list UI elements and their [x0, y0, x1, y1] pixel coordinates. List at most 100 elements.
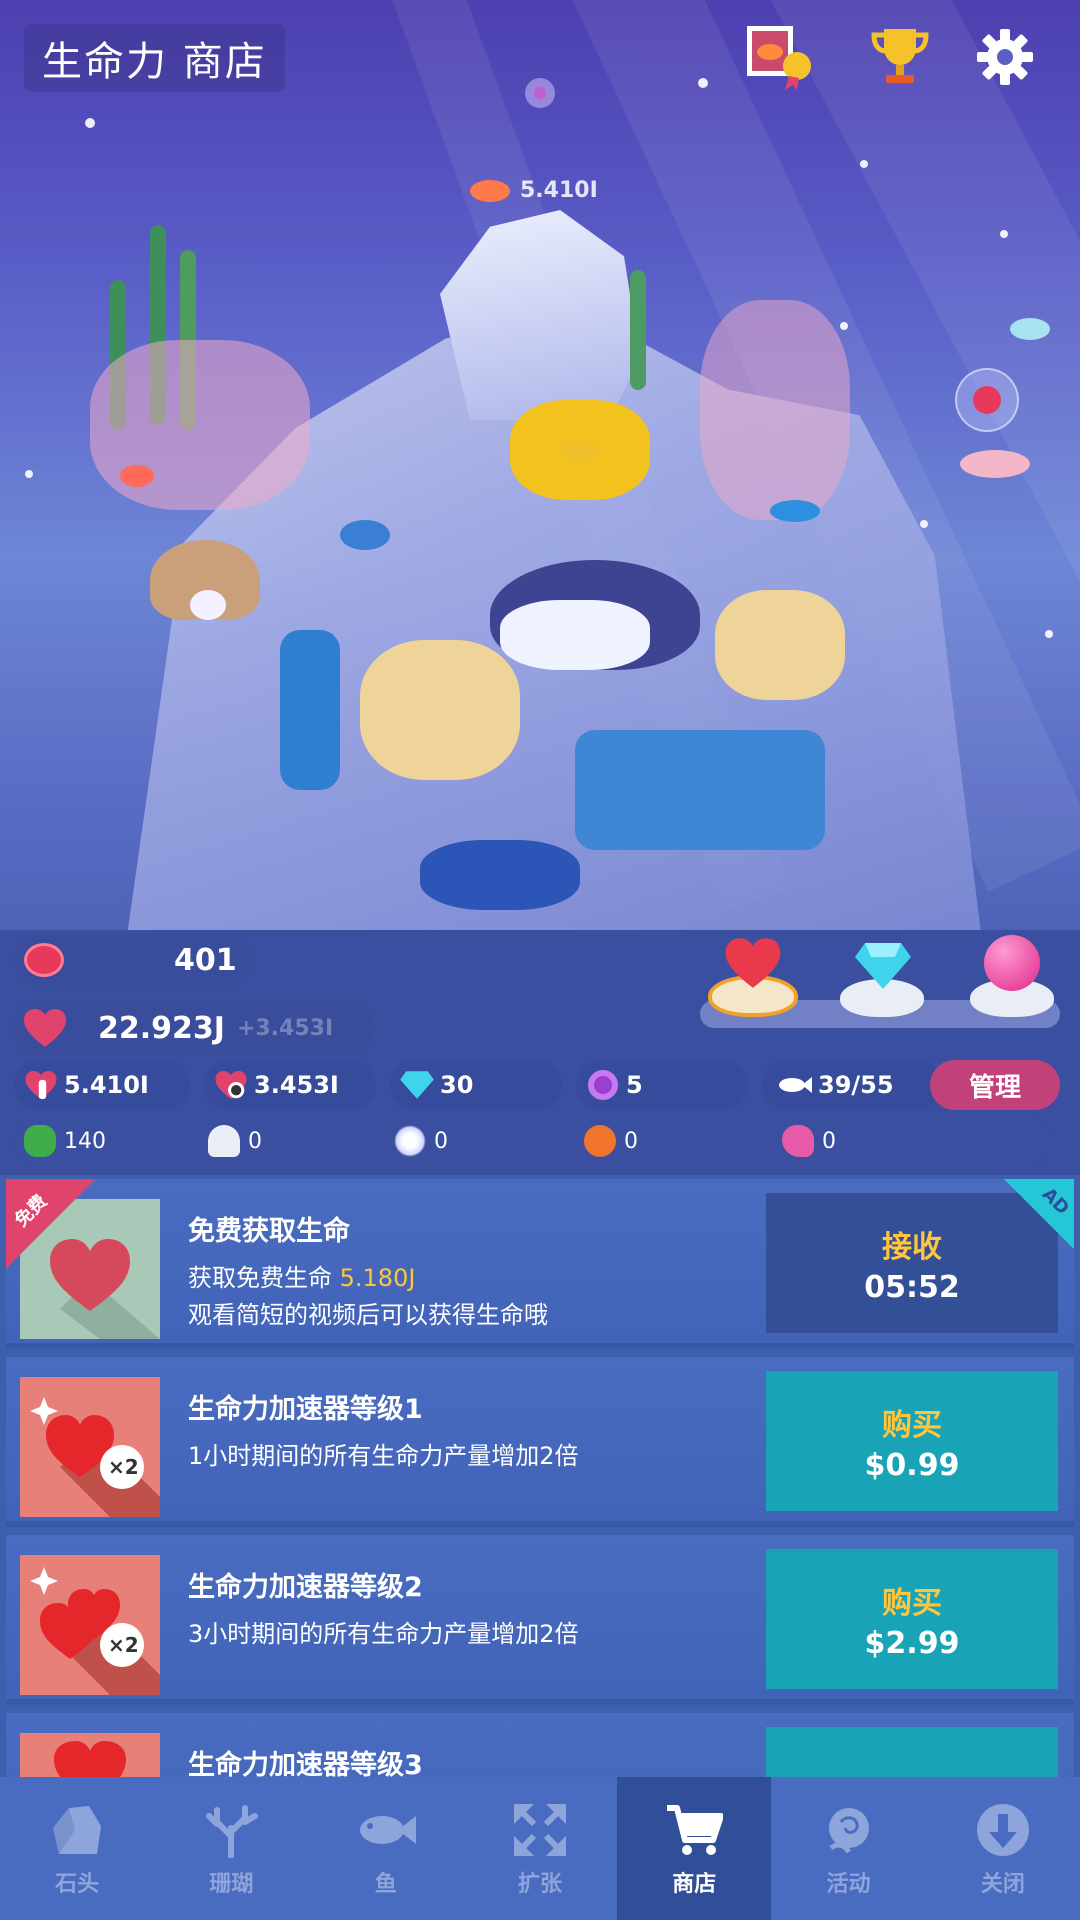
- auto-rate-value: 3.453I: [254, 1071, 339, 1099]
- pearl-value: 5: [626, 1071, 643, 1099]
- fish[interactable]: [770, 500, 820, 522]
- axolotl[interactable]: [960, 450, 1030, 478]
- manage-button[interactable]: 管理: [930, 1060, 1060, 1110]
- rose-icon: [819, 1800, 879, 1860]
- shell-value: 0: [248, 1128, 262, 1154]
- nav-item-expand[interactable]: 扩张: [463, 1777, 617, 1920]
- blue-coral: [420, 840, 580, 910]
- shop-item-booster-2[interactable]: ×2 生命力加速器等级2 3小时期间的所有生命力产量增加2倍 购买 $2.99: [6, 1535, 1074, 1705]
- page-title-text: 生命力 商店: [42, 39, 267, 85]
- aquarium-scene[interactable]: 5.410I: [0, 0, 1080, 930]
- bubble: [85, 118, 95, 128]
- fish[interactable]: [1010, 318, 1050, 340]
- pearl-shell-button[interactable]: [970, 935, 1060, 1020]
- seahorse-value: 0: [822, 1128, 836, 1154]
- buy-button[interactable]: 购买: [766, 1727, 1058, 1777]
- price: $0.99: [864, 1447, 960, 1483]
- expand-icon: [510, 1800, 570, 1860]
- item-name: 免费获取生命: [188, 1216, 350, 1247]
- shop-list[interactable]: 免费 免费获取生命 获取免费生命 5.180J 观看简短的视频后可以获得生命哦 …: [0, 1175, 1080, 1777]
- nav-item-fish[interactable]: 鱼: [309, 1777, 463, 1920]
- life-total: 22.923J: [98, 1010, 225, 1046]
- heart-bubble[interactable]: [525, 78, 555, 108]
- item-desc-line2: 观看简短的视频后可以获得生命哦: [188, 1301, 548, 1329]
- rose-counter: 401: [14, 935, 254, 985]
- trophy-icon[interactable]: [865, 22, 935, 92]
- stone-icon: [47, 1800, 107, 1860]
- item-name: 生命力加速器等级3: [188, 1750, 423, 1777]
- blue-tube-coral: [575, 730, 825, 850]
- ad-badge: AD: [1004, 1179, 1074, 1249]
- coral-icon: [201, 1800, 261, 1860]
- shop-item-booster-1[interactable]: ×2 生命力加速器等级1 1小时期间的所有生命力产量增加2倍 购买 $0.99: [6, 1357, 1074, 1527]
- blue-tube-coral: [280, 630, 340, 790]
- gallery-award-icon[interactable]: [745, 22, 815, 92]
- rose-value: 401: [174, 942, 237, 978]
- seaweed-value: 140: [64, 1128, 106, 1154]
- free-badge: 免费: [6, 1179, 96, 1269]
- pearl-stat: 5: [576, 1060, 748, 1110]
- seaweed-stat: 140: [24, 1120, 106, 1162]
- shell-stat: 0: [208, 1120, 262, 1162]
- download-icon: [973, 1800, 1033, 1860]
- item-desc: 获取免费生命 5.180J: [188, 1264, 416, 1292]
- free-life-amount: 5.180J: [339, 1264, 416, 1292]
- bubble: [1000, 230, 1008, 238]
- fish[interactable]: [340, 520, 390, 550]
- crab-stat: 0: [584, 1120, 638, 1162]
- auto-rate-stat: 3.453I: [204, 1060, 376, 1110]
- item-desc: 3小时期间的所有生命力产量增加2倍: [188, 1620, 579, 1648]
- gem-value: 30: [440, 1071, 474, 1099]
- booster-3-thumbnail: [20, 1733, 160, 1777]
- gem-icon: [400, 1068, 434, 1102]
- price: $2.99: [864, 1625, 960, 1661]
- fish[interactable]: [120, 465, 154, 487]
- floating-life-value: 5.410I: [520, 178, 598, 203]
- nav-item-stone[interactable]: 石头: [0, 1777, 154, 1920]
- rock-peak: [440, 210, 640, 420]
- bubble: [25, 470, 33, 478]
- gem-shell-button[interactable]: [840, 935, 930, 1020]
- yellow-coral: [715, 590, 845, 700]
- multiplier-label: ×2: [108, 1633, 139, 1657]
- seahorse-stat: 0: [782, 1120, 836, 1162]
- pearl: [190, 590, 226, 620]
- heart-shell-button[interactable]: [708, 935, 798, 1020]
- bubble: [698, 78, 708, 88]
- item-name: 生命力加速器等级2: [188, 1572, 423, 1603]
- page-title: 生命力 商店: [24, 24, 285, 92]
- nav-item-coral[interactable]: 珊瑚: [154, 1777, 308, 1920]
- nav-item-close[interactable]: 关闭: [926, 1777, 1080, 1920]
- gear-icon[interactable]: [970, 22, 1040, 92]
- fish-count-stat: 39/55: [762, 1060, 942, 1110]
- rose-bubble[interactable]: [955, 368, 1019, 432]
- mini-stats-bar: [14, 1118, 1054, 1164]
- urchin-stat: 0: [394, 1120, 448, 1162]
- bubble: [1045, 630, 1053, 638]
- fish[interactable]: [470, 180, 510, 202]
- crab-value: 0: [624, 1128, 638, 1154]
- buy-button[interactable]: 购买 $2.99: [766, 1549, 1058, 1689]
- nav-item-events[interactable]: 活动: [771, 1777, 925, 1920]
- multiplier-label: ×2: [108, 1455, 139, 1479]
- urchin-value: 0: [434, 1128, 448, 1154]
- heart-icon: [24, 1009, 66, 1047]
- bubble: [920, 520, 928, 528]
- rose-icon: [24, 943, 64, 977]
- item-desc: 1小时期间的所有生命力产量增加2倍: [188, 1442, 579, 1470]
- pink-coral: [700, 300, 850, 520]
- pearl-icon: [984, 935, 1040, 991]
- bottom-nav: 石头 珊瑚 鱼 扩张 商店 活动 关闭: [0, 1777, 1080, 1920]
- buy-button[interactable]: 购买 $0.99: [766, 1371, 1058, 1511]
- urchin-icon: [394, 1125, 426, 1157]
- shop-item-free-life[interactable]: 免费 免费获取生命 获取免费生命 5.180J 观看简短的视频后可以获得生命哦 …: [6, 1179, 1074, 1349]
- fish[interactable]: [560, 440, 600, 462]
- fish-icon: [778, 1068, 812, 1102]
- nav-item-shop[interactable]: 商店: [617, 1777, 772, 1920]
- life-counter: 22.923J +3.453I: [14, 1000, 374, 1056]
- fish-icon: [356, 1800, 416, 1860]
- fish-count-value: 39/55: [818, 1071, 894, 1099]
- heart-icon: [534, 87, 546, 99]
- item-name: 生命力加速器等级1: [188, 1394, 423, 1425]
- shop-item-booster-3[interactable]: 生命力加速器等级3 购买: [6, 1713, 1074, 1777]
